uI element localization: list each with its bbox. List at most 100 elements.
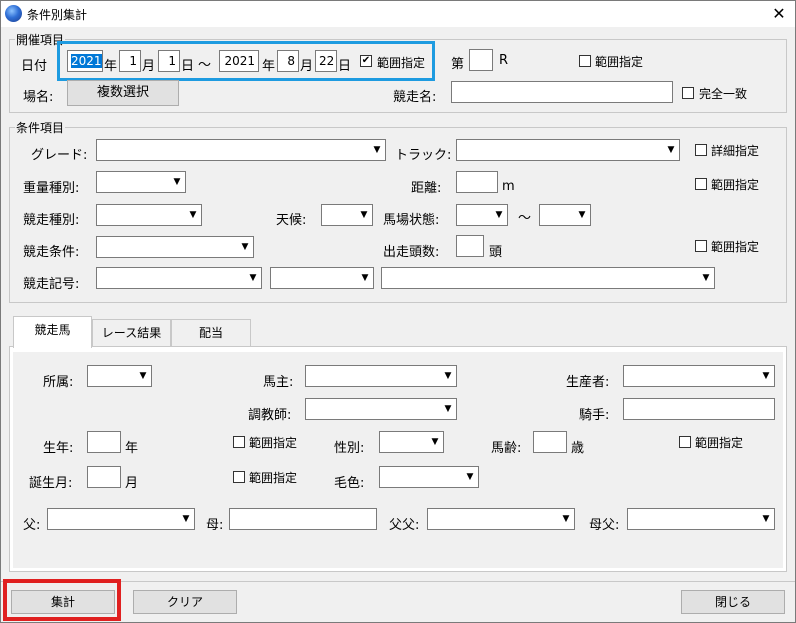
- chevron-down-icon: ▼: [762, 514, 770, 524]
- window-title: 条件別集計: [27, 8, 88, 22]
- going-tilde: ～: [518, 211, 532, 226]
- distance-unit: m: [502, 179, 515, 194]
- detail-checkbox[interactable]: [695, 144, 707, 156]
- runners-range-label: 範囲指定: [711, 240, 760, 254]
- jockey-input[interactable]: [623, 398, 775, 420]
- age-label: 馬齢:: [491, 441, 522, 456]
- chevron-down-icon: ▼: [762, 371, 770, 381]
- weather-label: 天候:: [276, 213, 307, 228]
- race-no-range-checkbox[interactable]: [579, 55, 591, 67]
- birthmonth-unit: 月: [125, 476, 139, 491]
- chevron-down-icon: ▼: [444, 404, 452, 414]
- sire-select[interactable]: ▼: [47, 508, 195, 530]
- chevron-down-icon: ▼: [466, 472, 474, 482]
- birthmonth-input[interactable]: [87, 466, 121, 488]
- race-cond-select[interactable]: ▼: [96, 236, 254, 258]
- close-button[interactable]: 閉じる: [681, 590, 785, 614]
- affil-select[interactable]: ▼: [87, 365, 152, 387]
- birthmonth-range-label: 範囲指定: [249, 471, 298, 485]
- color-label: 毛色:: [334, 476, 365, 491]
- tab-race-result[interactable]: レース結果: [92, 319, 171, 347]
- age-range-checkbox[interactable]: [679, 436, 691, 448]
- conditions-legend: 条件項目: [15, 119, 66, 136]
- going-to-select[interactable]: ▼: [539, 204, 591, 226]
- chevron-down-icon: ▼: [182, 514, 190, 524]
- runners-range-checkbox[interactable]: [695, 240, 707, 252]
- exact-match-label: 完全一致: [699, 87, 748, 101]
- dam-input[interactable]: [229, 508, 377, 530]
- race-symbol-label: 競走記号:: [23, 277, 80, 292]
- race-symbol-select-3[interactable]: ▼: [381, 267, 715, 289]
- multi-select-button[interactable]: 複数選択: [67, 80, 179, 106]
- chevron-down-icon: ▼: [360, 210, 368, 220]
- dam-label: 母:: [206, 518, 224, 533]
- race-cond-label: 競走条件:: [23, 245, 80, 260]
- main-window: 条件別集計 ✕ 開催項目 日付 2021 年 1 月 1 日 ～ 2021 年 …: [0, 0, 796, 623]
- runners-input[interactable]: [456, 235, 484, 257]
- age-range-label: 範囲指定: [695, 436, 744, 450]
- detail-label: 詳細指定: [711, 144, 760, 158]
- going-from-select[interactable]: ▼: [456, 204, 508, 226]
- race-type-label: 競走種別:: [23, 213, 80, 228]
- age-unit: 歳: [571, 441, 585, 456]
- title-bar: 条件別集計 ✕: [1, 1, 795, 27]
- birthyear-input[interactable]: [87, 431, 121, 453]
- race-symbol-select-2[interactable]: ▼: [270, 267, 374, 289]
- birthyear-range-checkbox[interactable]: [233, 436, 245, 448]
- clear-button[interactable]: クリア: [133, 590, 237, 614]
- sire-sire-select[interactable]: ▼: [427, 508, 575, 530]
- age-input[interactable]: [533, 431, 567, 453]
- distance-range-checkbox[interactable]: [695, 178, 707, 190]
- chevron-down-icon: ▼: [431, 437, 439, 447]
- dam-sire-select[interactable]: ▼: [627, 508, 775, 530]
- chevron-down-icon: ▼: [444, 371, 452, 381]
- weight-select[interactable]: ▼: [96, 171, 186, 193]
- track-label: トラック:: [395, 148, 452, 163]
- runners-unit: 頭: [489, 245, 503, 260]
- chevron-down-icon: ▼: [667, 145, 675, 155]
- exact-match-checkbox[interactable]: [682, 87, 694, 99]
- weight-label: 重量種別:: [23, 181, 80, 196]
- trainer-select[interactable]: ▼: [305, 398, 457, 420]
- owner-label: 馬主:: [263, 375, 294, 390]
- birthmonth-range-checkbox[interactable]: [233, 471, 245, 483]
- race-no-prefix: 第: [451, 57, 465, 72]
- chevron-down-icon: ▼: [702, 273, 710, 283]
- sex-select[interactable]: ▼: [379, 431, 444, 453]
- breeder-select[interactable]: ▼: [623, 365, 775, 387]
- birthmonth-label: 誕生月:: [29, 476, 73, 491]
- race-no-input[interactable]: [469, 49, 493, 71]
- blue-highlight-box: [57, 41, 435, 81]
- going-label: 馬場状態:: [383, 213, 440, 228]
- chevron-down-icon: ▼: [241, 242, 249, 252]
- race-no-range-label: 範囲指定: [595, 55, 644, 69]
- chevron-down-icon: ▼: [139, 371, 147, 381]
- track-select[interactable]: ▼: [456, 139, 680, 161]
- red-highlight-box: [3, 579, 121, 621]
- app-icon: [5, 5, 22, 22]
- chevron-down-icon: ▼: [578, 210, 586, 220]
- jockey-label: 騎手:: [579, 408, 610, 423]
- distance-input[interactable]: [456, 171, 498, 193]
- chevron-down-icon: ▼: [361, 273, 369, 283]
- breeder-label: 生産者:: [566, 375, 610, 390]
- sex-label: 性別:: [334, 441, 365, 456]
- distance-label: 距離:: [411, 181, 442, 196]
- chevron-down-icon: ▼: [373, 145, 381, 155]
- sire-label: 父:: [23, 518, 41, 533]
- race-no-suffix: R: [499, 53, 509, 68]
- color-select[interactable]: ▼: [379, 466, 479, 488]
- date-label: 日付: [21, 59, 48, 74]
- weather-select[interactable]: ▼: [321, 204, 373, 226]
- dam-sire-label: 母父:: [589, 518, 620, 533]
- race-name-input[interactable]: [451, 81, 673, 103]
- race-type-select[interactable]: ▼: [96, 204, 202, 226]
- owner-select[interactable]: ▼: [305, 365, 457, 387]
- tab-horse[interactable]: 競走馬: [13, 316, 92, 348]
- tab-payout[interactable]: 配当: [171, 319, 251, 347]
- grade-label: グレード:: [31, 148, 88, 163]
- race-symbol-select-1[interactable]: ▼: [96, 267, 262, 289]
- grade-select[interactable]: ▼: [96, 139, 386, 161]
- birthyear-label: 生年:: [43, 441, 74, 456]
- close-icon[interactable]: ✕: [765, 3, 793, 25]
